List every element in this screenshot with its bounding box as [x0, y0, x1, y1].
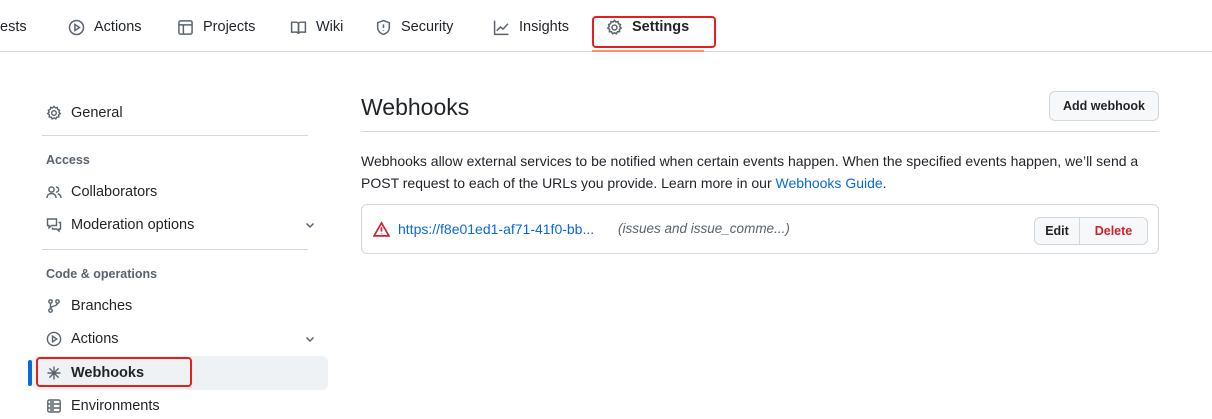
sidebar-item-moderation-options[interactable]: Moderation options [32, 208, 328, 242]
sidebar-item-collaborators[interactable]: Collaborators [32, 175, 328, 209]
sidebar-item-branches[interactable]: Branches [32, 289, 328, 323]
edit-button[interactable]: Edit [1035, 218, 1080, 244]
sidebar-item-label: Collaborators [71, 184, 158, 200]
sidebar-item-label: Actions [71, 331, 119, 347]
play-circle-icon [46, 331, 62, 347]
chevron-down-icon[interactable] [304, 333, 316, 345]
tab-label: ests [0, 19, 27, 35]
settings-highlight-box [592, 16, 716, 48]
tab-wiki[interactable]: Wiki [290, 14, 343, 40]
tab-label: Projects [203, 19, 256, 35]
graph-icon [493, 19, 510, 36]
webhook-events: (issues and issue_comme...) [618, 221, 790, 236]
tab-label: Security [401, 19, 454, 35]
webhooks-highlight-box [36, 357, 192, 387]
description-text: Webhooks allow external services to be n… [361, 153, 1139, 191]
delete-button[interactable]: Delete [1080, 218, 1147, 244]
title-divider [361, 131, 1159, 132]
sidebar-item-label: Branches [71, 298, 133, 314]
play-circle-icon [68, 19, 85, 36]
sidebar-divider [42, 249, 308, 250]
alert-icon [372, 221, 391, 238]
tab-pull-requests[interactable]: ests [0, 14, 27, 40]
webhooks-description: Webhooks allow external services to be n… [361, 150, 1161, 194]
people-icon [46, 184, 62, 200]
tab-label: Wiki [316, 19, 344, 35]
sidebar-item-general[interactable]: General [32, 96, 328, 130]
sidebar-heading-code-operations: Code & operations [46, 267, 158, 281]
sidebar-item-label: General [71, 105, 123, 121]
tab-actions[interactable]: Actions [68, 14, 142, 40]
webhook-row: https://f8e01ed1-af71-41f0-bb... (issues… [361, 204, 1159, 254]
book-icon [290, 19, 307, 36]
sidebar-heading-access: Access [46, 153, 90, 167]
tab-label: Insights [519, 19, 569, 35]
description-end: . [882, 175, 887, 191]
shield-icon [375, 19, 392, 36]
gear-icon [46, 105, 62, 121]
tab-label: Actions [94, 19, 142, 35]
sidebar-divider [42, 135, 308, 136]
webhook-actions: Edit Delete [1034, 217, 1148, 245]
comment-discussion-icon [46, 217, 62, 233]
webhook-url-link[interactable]: https://f8e01ed1-af71-41f0-bb... [398, 221, 594, 237]
git-branch-icon [46, 298, 62, 314]
tab-projects[interactable]: Projects [177, 14, 255, 40]
webhooks-guide-link[interactable]: Webhooks Guide [776, 175, 883, 191]
selected-tab-underline [592, 50, 704, 52]
sidebar-item-label: Moderation options [71, 217, 195, 233]
tab-insights[interactable]: Insights [493, 14, 569, 40]
sidebar-item-environments[interactable]: Environments [32, 389, 328, 419]
server-icon [46, 398, 62, 414]
add-webhook-button[interactable]: Add webhook [1049, 91, 1159, 121]
sidebar-item-label: Environments [71, 398, 160, 414]
page-title: Webhooks [361, 94, 470, 120]
table-icon [177, 19, 194, 36]
chevron-down-icon[interactable] [304, 219, 316, 231]
tab-security[interactable]: Security [375, 14, 453, 40]
sidebar-item-actions[interactable]: Actions [32, 322, 328, 356]
